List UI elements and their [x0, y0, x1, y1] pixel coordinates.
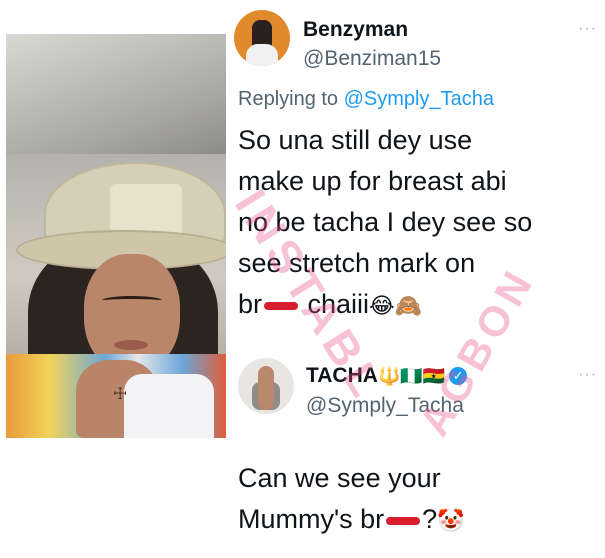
lips [114, 340, 148, 350]
tweet1-display-name[interactable]: Benzyman [303, 18, 408, 42]
replying-to: Replying to @Symply_Tacha [238, 88, 494, 111]
tweet1-handle[interactable]: @Benziman15 [303, 47, 441, 71]
tweet2-more-icon[interactable]: ··· [578, 366, 597, 384]
tacha-avatar[interactable] [238, 358, 294, 414]
redaction-mark [386, 516, 421, 525]
pendant-icon: ☩ [112, 386, 128, 403]
replying-to-label: Replying to [238, 88, 344, 110]
laughing-monkey-emoji: 😂🙈 [369, 294, 423, 319]
benzyman-avatar[interactable] [234, 10, 290, 66]
tweet1-line: So una still dey use [238, 125, 473, 155]
tweet1-line: make up for breast abi [238, 166, 507, 196]
tweet2-text: Can we see your Mummy's br ?🤡 [238, 458, 578, 542]
tweet2-line: Can we see your [238, 463, 441, 493]
avatar-figure [258, 366, 274, 410]
tweet1-last-prefix: br [238, 289, 263, 319]
clown-emoji: 🤡 [437, 509, 465, 534]
profile-photo: ☩ [6, 34, 226, 438]
tweet2-line2-suffix: ? [422, 504, 438, 534]
white-top [124, 374, 214, 438]
tweet2-line2-prefix: Mummy's br [238, 504, 385, 534]
avatar-shirt [246, 44, 278, 66]
tweet2-last-line: Mummy's br ?🤡 [238, 499, 578, 542]
car-window-background [6, 34, 226, 154]
replying-to-handle-link[interactable]: @Symply_Tacha [344, 88, 494, 110]
eyes [102, 296, 162, 305]
tweet1-more-icon[interactable]: ··· [578, 20, 597, 38]
